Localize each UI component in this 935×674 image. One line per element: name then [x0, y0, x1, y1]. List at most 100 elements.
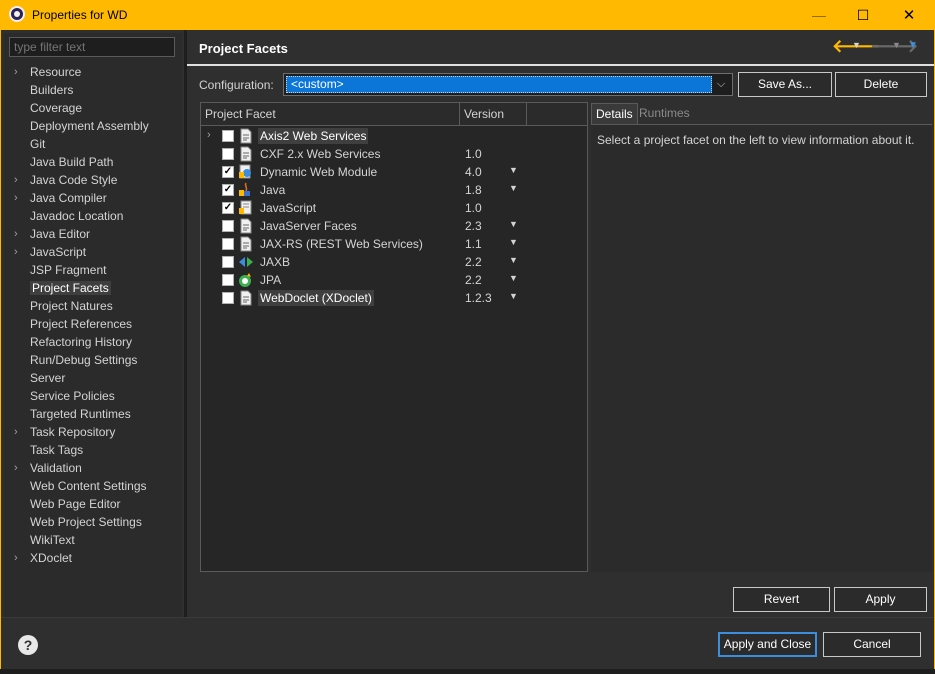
nav-item[interactable]: › Java Editor: [10, 225, 182, 243]
nav-item[interactable]: Project Natures: [10, 297, 182, 315]
nav-item[interactable]: Refactoring History: [10, 333, 182, 351]
version-dropdown-icon[interactable]: ▼: [509, 165, 518, 175]
forward-dropdown-icon[interactable]: ▼: [892, 40, 901, 50]
chevron-down-icon[interactable]: ⌵: [712, 76, 730, 93]
nav-item[interactable]: Java Build Path: [10, 153, 182, 171]
table-row[interactable]: ✓ JavaScript 1.0: [201, 199, 587, 217]
maximize-button[interactable]: ☐: [840, 0, 886, 30]
delete-button[interactable]: Delete: [835, 72, 927, 97]
facet-checkbox[interactable]: ✓: [222, 166, 234, 178]
table-row[interactable]: JavaServer Faces 2.3 ▼: [201, 217, 587, 235]
close-button[interactable]: ✕: [886, 0, 932, 30]
nav-item[interactable]: Web Content Settings: [10, 477, 182, 495]
nav-item[interactable]: › Task Repository: [10, 423, 182, 441]
version-dropdown-icon[interactable]: ▼: [509, 273, 518, 283]
version-dropdown-icon[interactable]: ▼: [509, 183, 518, 193]
web-module-icon: [238, 164, 254, 180]
nav-item[interactable]: Project References: [10, 315, 182, 333]
nav-item[interactable]: › Validation: [10, 459, 182, 477]
nav-item[interactable]: Run/Debug Settings: [10, 351, 182, 369]
version-dropdown-icon[interactable]: ▼: [509, 237, 518, 247]
help-icon[interactable]: ?: [18, 635, 38, 655]
nav-item[interactable]: Server: [10, 369, 182, 387]
nav-item[interactable]: Service Policies: [10, 387, 182, 405]
nav-item[interactable]: JSP Fragment: [10, 261, 182, 279]
chevron-right-icon[interactable]: ›: [14, 549, 18, 567]
chevron-right-icon[interactable]: ›: [14, 171, 18, 189]
cancel-button[interactable]: Cancel: [823, 632, 921, 657]
tab-runtimes[interactable]: Runtimes: [635, 103, 694, 124]
nav-item-label: Targeted Runtimes: [30, 407, 131, 421]
nav-item-label: Builders: [30, 83, 74, 97]
facet-name: Axis2 Web Services: [258, 128, 369, 144]
chevron-right-icon[interactable]: ›: [14, 225, 18, 243]
version-dropdown-icon[interactable]: ▼: [509, 219, 518, 229]
nav-item[interactable]: Coverage: [10, 99, 182, 117]
facet-version: 4.0: [465, 165, 482, 179]
property-page-tree: › Resource Builders Coverage Deployment Asse…: [10, 63, 182, 567]
apply-and-close-button[interactable]: Apply and Close: [718, 632, 817, 657]
nav-item[interactable]: Targeted Runtimes: [10, 405, 182, 423]
tab-details[interactable]: Details: [591, 103, 638, 124]
table-row[interactable]: WebDoclet (XDoclet) 1.2.3 ▼: [201, 289, 587, 307]
nav-item[interactable]: Git: [10, 135, 182, 153]
nav-item[interactable]: Task Tags: [10, 441, 182, 459]
table-row[interactable]: ✓ Java 1.8 ▼: [201, 181, 587, 199]
table-row[interactable]: CXF 2.x Web Services 1.0: [201, 145, 587, 163]
chevron-right-icon[interactable]: ›: [14, 189, 18, 207]
nav-item[interactable]: › Java Code Style: [10, 171, 182, 189]
chevron-right-icon[interactable]: ›: [14, 63, 18, 81]
facet-checkbox[interactable]: ✓: [222, 184, 234, 196]
facet-checkbox[interactable]: [222, 274, 234, 286]
page-icon: [238, 146, 254, 162]
page-icon: [238, 128, 254, 144]
facet-checkbox[interactable]: ✓: [222, 202, 234, 214]
facet-name: WebDoclet (XDoclet): [258, 290, 374, 306]
facet-checkbox[interactable]: [222, 130, 234, 142]
java-lock-icon: [238, 182, 254, 198]
column-header-facet[interactable]: Project Facet: [201, 103, 460, 125]
minimize-button[interactable]: —: [796, 0, 842, 30]
facet-version: 1.0: [465, 201, 482, 215]
revert-button[interactable]: Revert: [733, 587, 830, 612]
facet-checkbox[interactable]: [222, 148, 234, 160]
version-dropdown-icon[interactable]: ▼: [509, 255, 518, 265]
nav-item[interactable]: Web Page Editor: [10, 495, 182, 513]
chevron-right-icon[interactable]: ›: [207, 129, 211, 141]
table-row[interactable]: JAX-RS (REST Web Services) 1.1 ▼: [201, 235, 587, 253]
configuration-label: Configuration:: [199, 78, 274, 92]
facet-checkbox[interactable]: [222, 220, 234, 232]
table-row[interactable]: › Axis2 Web Services: [201, 127, 587, 145]
back-dropdown-icon[interactable]: ▼: [852, 40, 861, 50]
version-dropdown-icon[interactable]: ▼: [509, 291, 518, 301]
nav-item[interactable]: › JavaScript: [10, 243, 182, 261]
nav-item[interactable]: Builders: [10, 81, 182, 99]
nav-item[interactable]: › Resource: [10, 63, 182, 81]
view-menu-icon[interactable]: ▼: [908, 40, 918, 51]
nav-item[interactable]: Web Project Settings: [10, 513, 182, 531]
nav-item[interactable]: WikiText: [10, 531, 182, 549]
page-icon: [238, 290, 254, 306]
chevron-right-icon[interactable]: ›: [14, 459, 18, 477]
facet-checkbox[interactable]: [222, 292, 234, 304]
table-row[interactable]: JAXB 2.2 ▼: [201, 253, 587, 271]
chevron-right-icon[interactable]: ›: [14, 243, 18, 261]
facet-checkbox[interactable]: [222, 256, 234, 268]
configuration-select[interactable]: <custom> ⌵: [283, 73, 733, 96]
nav-item[interactable]: Deployment Assembly: [10, 117, 182, 135]
facet-name: Java: [260, 183, 286, 197]
chevron-right-icon[interactable]: ›: [14, 423, 18, 441]
apply-button[interactable]: Apply: [834, 587, 927, 612]
nav-item-label: Web Page Editor: [30, 497, 121, 511]
nav-item[interactable]: › XDoclet: [10, 549, 182, 567]
nav-item-label: Deployment Assembly: [30, 119, 149, 133]
filter-input[interactable]: [9, 37, 175, 57]
table-row[interactable]: JPA 2.2 ▼: [201, 271, 587, 289]
table-row[interactable]: ✓ Dynamic Web Module 4.0 ▼: [201, 163, 587, 181]
save-as-button[interactable]: Save As...: [738, 72, 832, 97]
nav-item[interactable]: › Java Compiler: [10, 189, 182, 207]
facet-checkbox[interactable]: [222, 238, 234, 250]
nav-item[interactable]: Project Facets: [10, 279, 182, 297]
nav-item[interactable]: Javadoc Location: [10, 207, 182, 225]
column-header-version[interactable]: Version: [460, 103, 527, 125]
